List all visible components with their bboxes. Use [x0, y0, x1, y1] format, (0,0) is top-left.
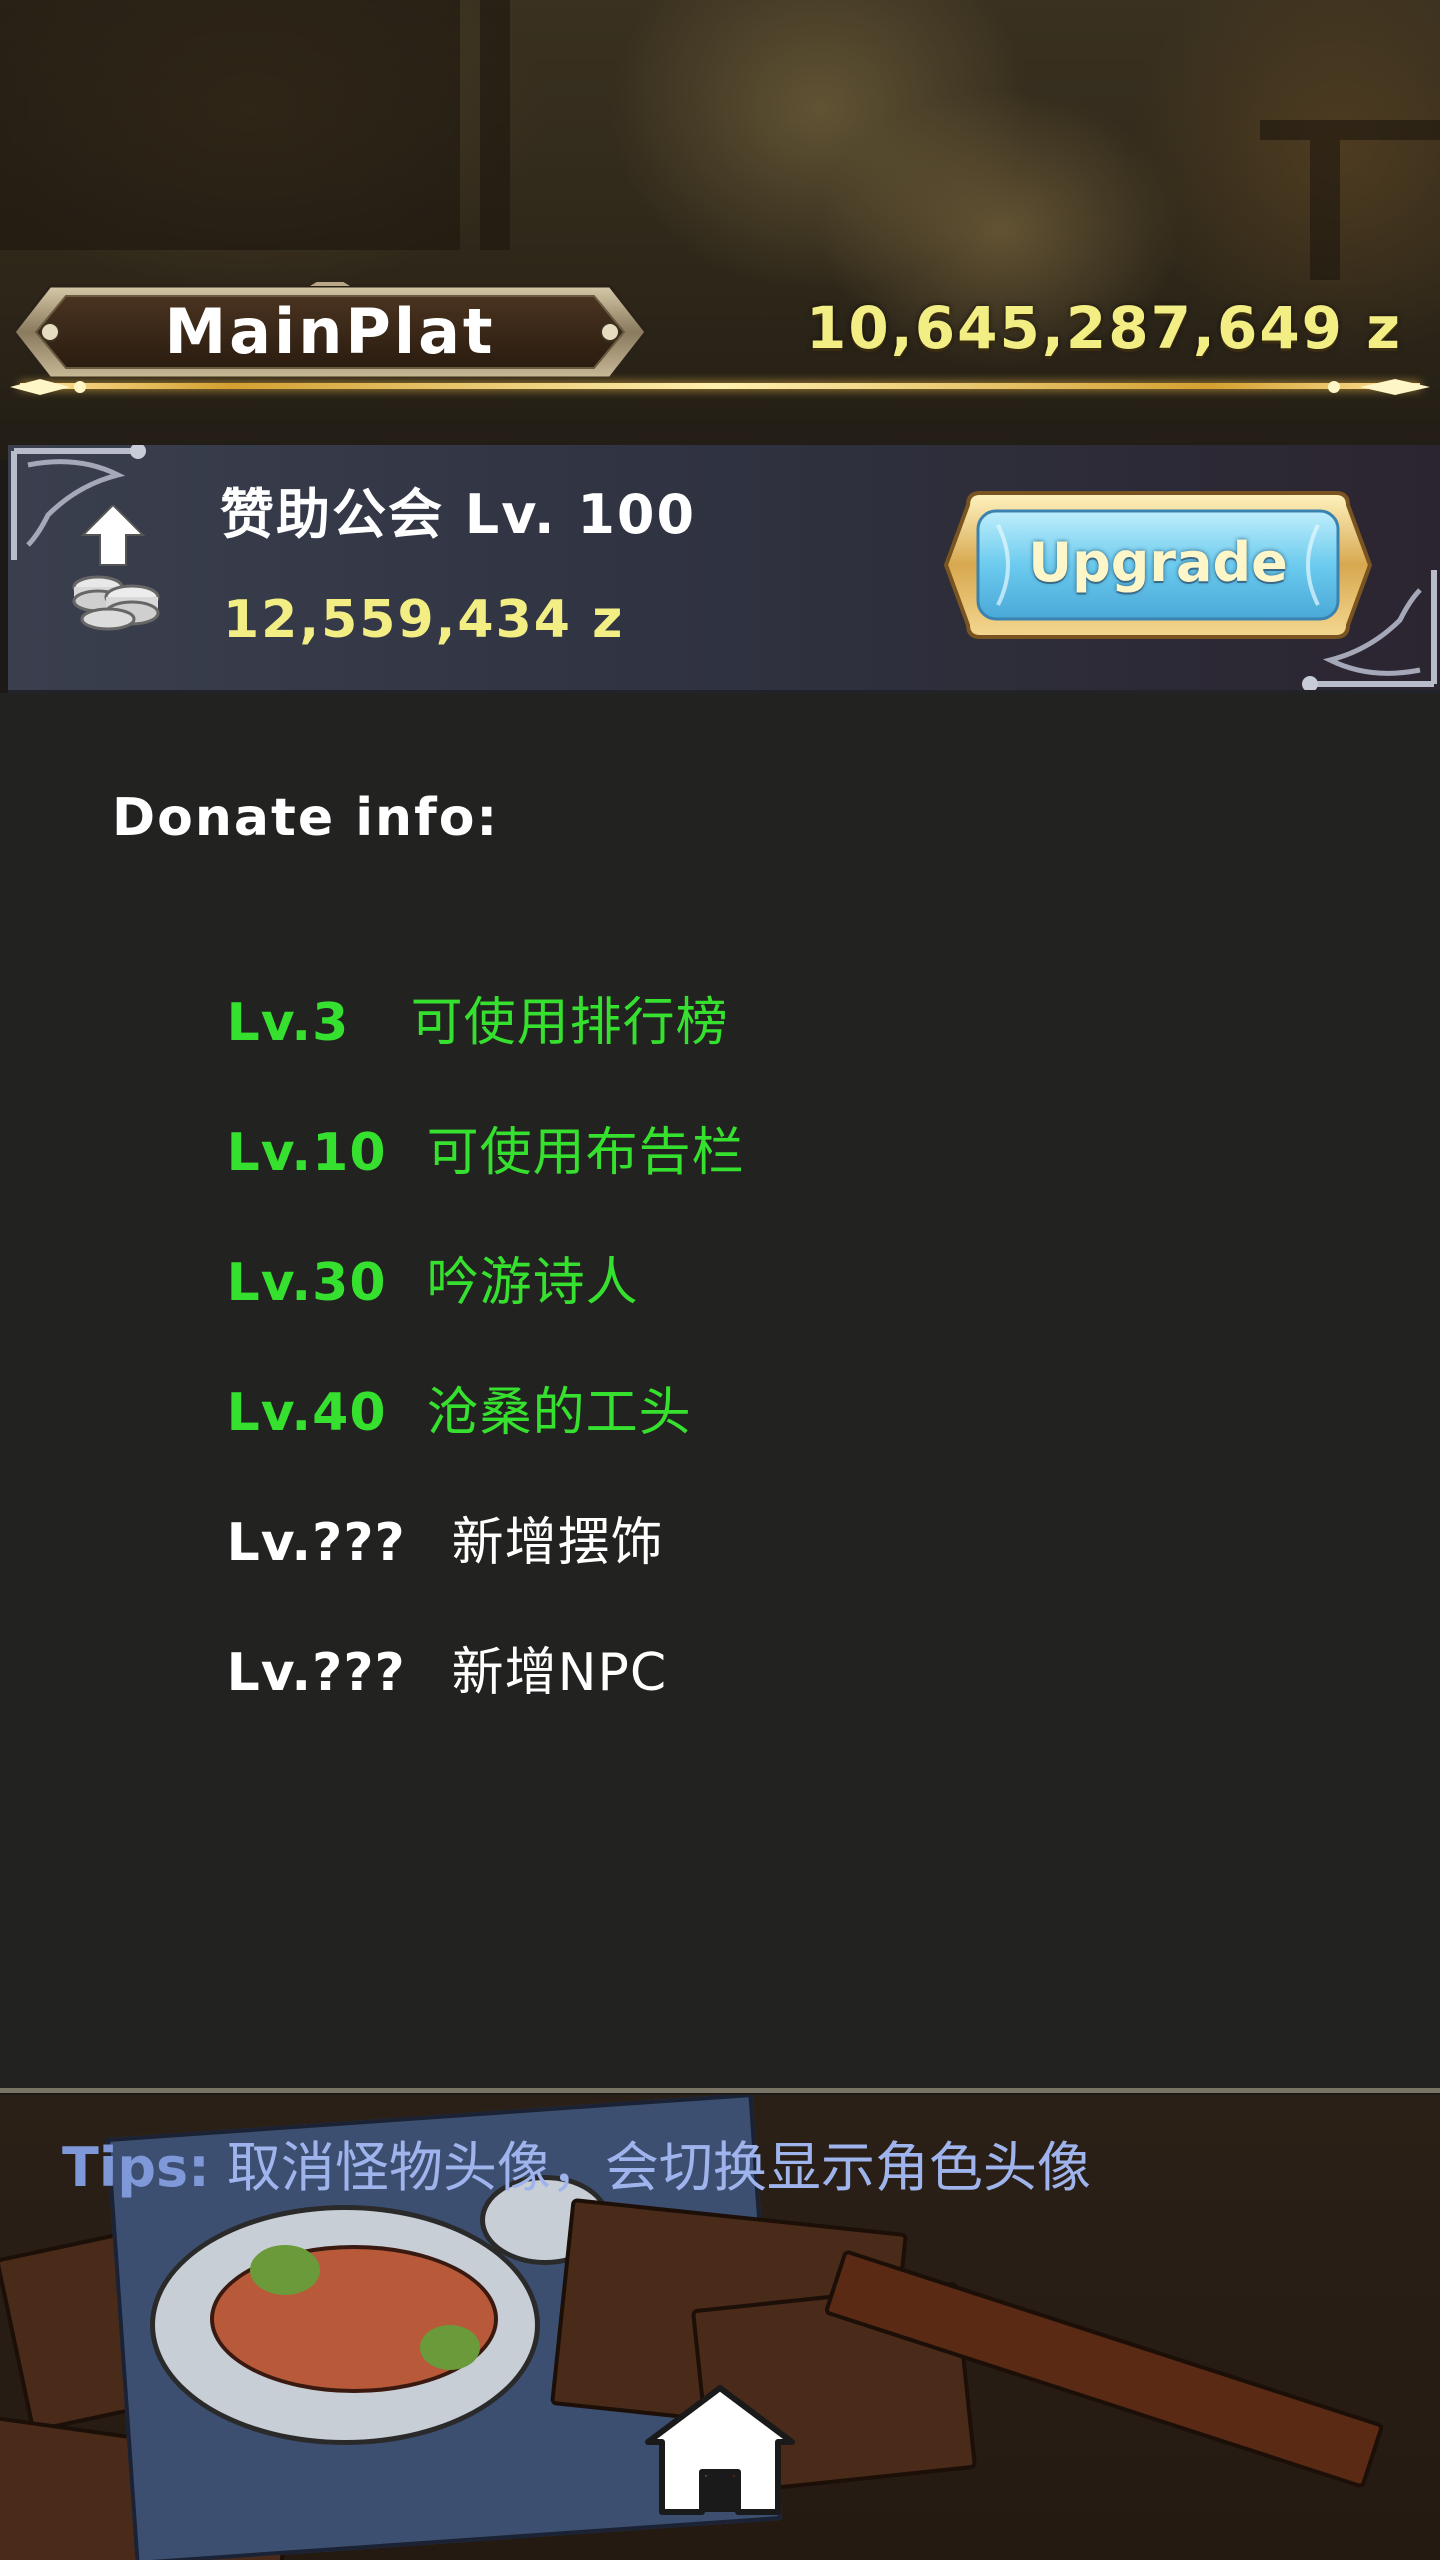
game-screen: MainPlat 10,645,287,649 z 赞助公会 Lv. 100 1…	[0, 0, 1440, 2560]
gold-divider	[20, 383, 1420, 389]
upgrade-cost: 12,559,434 z	[223, 590, 625, 650]
donate-item: Lv.40 沧桑的工头	[112, 1308, 692, 1443]
tips-bar: Tips: 取消怪物头像，会切换显示角色头像	[62, 2128, 1091, 2208]
tips-label: Tips:	[62, 2136, 210, 2199]
gold-balance: 10,645,287,649 z	[806, 294, 1402, 362]
top-header: MainPlat 10,645,287,649 z	[0, 270, 1440, 410]
donate-item-level: Lv.???	[226, 1643, 406, 1703]
home-icon	[645, 2385, 795, 2515]
upgrade-button[interactable]: Upgrade	[938, 485, 1378, 645]
donate-item: Lv.??? 新增摆饰	[112, 1438, 664, 1573]
donate-item: Lv.3 可使用排行榜	[112, 918, 729, 1053]
guild-level-bar: 赞助公会 Lv. 100 12,559,434 z Upgrade	[8, 445, 1440, 693]
home-button[interactable]	[640, 2380, 800, 2520]
donate-info-panel: Donate info: Lv.3 可使用排行榜 Lv.10 可使用布告栏 Lv.3…	[0, 693, 1440, 2093]
title-plate: MainPlat	[10, 282, 650, 382]
guild-name-level: 赞助公会 Lv. 100	[220, 483, 697, 546]
donate-item-reward: 新增NPC	[451, 1643, 668, 1703]
donate-item: Lv.??? 新增NPC	[112, 1568, 667, 1703]
donate-item: Lv.30 吟游诗人	[112, 1178, 639, 1313]
divider-tip-right-icon	[1328, 379, 1430, 395]
coin-stack-upgrade-icon	[72, 505, 160, 631]
donate-item: Lv.10 可使用布告栏	[112, 1048, 745, 1183]
page-title: MainPlat	[164, 295, 496, 368]
donate-info-title: Donate info:	[112, 788, 500, 848]
upgrade-button-label: Upgrade	[1028, 531, 1288, 594]
tips-text: 取消怪物头像，会切换显示角色头像	[226, 2136, 1091, 2199]
divider-tip-left-icon	[10, 379, 86, 395]
